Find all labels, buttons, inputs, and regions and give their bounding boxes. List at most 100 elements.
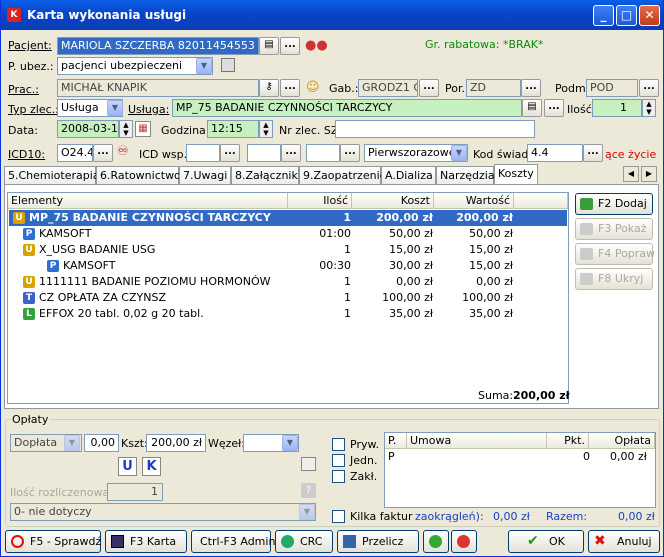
tab-supplies[interactable]: 9.Zaopatrzenie bbox=[299, 166, 386, 185]
worker-field[interactable]: MICHAŁ KNAPIK bbox=[57, 79, 259, 97]
icd10-field[interactable]: O24.4 bbox=[57, 144, 93, 162]
edit-button[interactable]: F4 Popraw bbox=[575, 243, 655, 265]
room-browse-button[interactable]: ... bbox=[521, 79, 541, 97]
applies-dropdown-icon[interactable]: ▼ bbox=[299, 504, 315, 520]
patient-browse-button[interactable]: ... bbox=[280, 37, 300, 55]
check-button[interactable]: F5 - Sprawdź bbox=[5, 530, 101, 553]
time-stepper[interactable]: ▲ ▼ bbox=[259, 120, 273, 138]
calendar-icon[interactable]: ▦ bbox=[135, 121, 151, 137]
facility-checkbox[interactable] bbox=[332, 470, 345, 483]
help-icon[interactable]: ? bbox=[301, 483, 316, 498]
office-browse-button[interactable]: ... bbox=[419, 79, 439, 97]
icd-secondary-browse-2[interactable]: ... bbox=[281, 144, 301, 162]
col-quantity[interactable]: Ilość bbox=[288, 193, 352, 209]
col-value[interactable]: Wartość bbox=[434, 193, 514, 209]
date-stepper[interactable]: ▲ ▼ bbox=[119, 120, 133, 138]
payment-amount-field[interactable]: 0,00 bbox=[84, 434, 119, 452]
minimize-button[interactable]: _ bbox=[593, 5, 614, 26]
order-type-dropdown-icon[interactable]: ▼ bbox=[107, 100, 123, 116]
people-icon[interactable]: ●● bbox=[305, 38, 328, 54]
calculator-icon[interactable] bbox=[301, 457, 316, 471]
admin-button[interactable]: Ctrl-F3 Admin bbox=[191, 530, 275, 553]
tab-attachments[interactable]: 8.Załączniki bbox=[231, 166, 301, 185]
patient-card-icon[interactable]: ▤ bbox=[259, 37, 279, 55]
quantity-field[interactable]: 1 bbox=[592, 99, 642, 117]
applies-select[interactable]: 0- nie dotyczy bbox=[10, 503, 316, 521]
card-button[interactable]: F3 Karta bbox=[105, 530, 187, 553]
tab-scroll-right-icon[interactable]: ▶ bbox=[641, 166, 657, 182]
date-field[interactable]: 2008-03-14 bbox=[57, 120, 119, 138]
tab-scroll-left-icon[interactable]: ◀ bbox=[623, 166, 639, 182]
show-button[interactable]: F3 Pokaż bbox=[575, 218, 653, 240]
subunit-field[interactable]: POD bbox=[586, 79, 638, 97]
tab-tools[interactable]: Narzędzia bbox=[436, 166, 495, 185]
table-row[interactable]: T CZ OPŁATA ZA CZYNSZ 1 100,00 zł 100,00 zł bbox=[9, 290, 567, 306]
cancel-button[interactable]: ✖ Anuluj bbox=[588, 530, 660, 553]
insurance-select[interactable]: pacjenci ubezpieczeni bbox=[57, 57, 213, 75]
cost-field[interactable]: 200,00 zł bbox=[146, 434, 206, 452]
icd10-browse-button[interactable]: ... bbox=[93, 144, 113, 162]
table-row[interactable]: P KAMSOFT 01:00 50,00 zł 50,00 zł bbox=[9, 226, 567, 242]
private-checkbox[interactable] bbox=[332, 438, 345, 451]
node-dropdown-icon[interactable]: ▼ bbox=[282, 435, 298, 451]
maximize-button[interactable]: □ bbox=[616, 5, 637, 26]
tab-costs[interactable]: Koszty bbox=[494, 164, 538, 185]
table-row[interactable]: L EFFOX 20 tabl. 0,02 g 20 tabl. 1 35,00 zł… bbox=[9, 306, 567, 322]
subunit-browse-button[interactable]: ... bbox=[639, 79, 659, 97]
order-number-field[interactable] bbox=[335, 120, 535, 138]
u-button[interactable]: U bbox=[118, 457, 137, 476]
time-field[interactable]: 12:15 bbox=[207, 120, 259, 138]
icd-secondary-field-2[interactable] bbox=[247, 144, 281, 162]
ok-button[interactable]: ✔ OK bbox=[508, 530, 584, 553]
payment-kind-dropdown-icon[interactable]: ▼ bbox=[64, 435, 80, 451]
recalculate-button[interactable]: Przelicz bbox=[337, 530, 419, 553]
table-row[interactable]: U X_USG BADANIE USG 1 15,00 zł 15,00 zł bbox=[9, 242, 567, 258]
col-p[interactable]: P. bbox=[385, 433, 407, 449]
patient-field[interactable]: MARIOLA SZCZERBA 82011454553 bbox=[57, 37, 259, 55]
service-code-field[interactable]: 4.4 bbox=[527, 144, 583, 162]
table-row[interactable]: U MP_75 BADANIE CZYNNOŚCI TARCZYCY 1 200,00… bbox=[9, 210, 567, 226]
unit-checkbox[interactable] bbox=[332, 454, 345, 467]
icd-secondary-field-1[interactable] bbox=[186, 144, 220, 162]
visit-order-dropdown-icon[interactable]: ▼ bbox=[451, 145, 467, 161]
col-elements[interactable]: Elementy bbox=[8, 193, 288, 209]
service-card-icon[interactable]: ▤ bbox=[522, 99, 542, 117]
stethoscope-icon[interactable]: ♾ bbox=[117, 144, 129, 159]
col-contract[interactable]: Umowa bbox=[407, 433, 547, 449]
copy-icon[interactable] bbox=[221, 58, 235, 72]
contract-row-p[interactable]: P bbox=[388, 450, 395, 463]
k-button[interactable]: K bbox=[142, 457, 161, 476]
service-field[interactable]: MP_75 BADANIE CZYNNOŚCI TARCZYCY bbox=[172, 99, 522, 117]
worker-key-icon[interactable]: ⚷ bbox=[259, 79, 279, 97]
col-fee[interactable]: Opłata bbox=[589, 433, 655, 449]
col-points[interactable]: Pkt. bbox=[547, 433, 589, 449]
table-row[interactable]: P KAMSOFT 00:30 30,00 zł 15,00 zł bbox=[9, 258, 567, 274]
icd-secondary-field-3[interactable] bbox=[306, 144, 340, 162]
office-field[interactable]: GRODZ1 G bbox=[358, 79, 418, 97]
tab-notes[interactable]: 7.Uwagi bbox=[179, 166, 231, 185]
multiple-invoices-checkbox[interactable] bbox=[332, 510, 345, 523]
title-bar[interactable]: K Karta wykonania usługi _ □ ✕ bbox=[1, 0, 663, 30]
service-browse-button[interactable]: ... bbox=[544, 99, 564, 117]
table-row[interactable]: U 1111111 BADANIE POZIOMU HORMONÓW 1 0,00 z… bbox=[9, 274, 567, 290]
add-button[interactable]: F2 Dodaj bbox=[575, 193, 653, 215]
people-check-button[interactable] bbox=[451, 530, 477, 553]
tab-chemotherapy[interactable]: 5.Chemioterapia bbox=[4, 166, 100, 185]
tab-dialysis[interactable]: A.Dializa bbox=[381, 166, 436, 185]
close-button[interactable]: ✕ bbox=[639, 5, 660, 26]
contract-row-fee[interactable]: 0,00 zł bbox=[610, 450, 647, 463]
icd-secondary-browse-3[interactable]: ... bbox=[340, 144, 360, 162]
face-icon[interactable]: ☺ bbox=[306, 80, 320, 95]
crc-button[interactable]: CRC bbox=[275, 530, 333, 553]
worker-browse-button[interactable]: ... bbox=[280, 79, 300, 97]
col-cost[interactable]: Koszt bbox=[352, 193, 434, 209]
service-code-browse-button[interactable]: ... bbox=[583, 144, 603, 162]
icd-secondary-browse-1[interactable]: ... bbox=[220, 144, 240, 162]
hide-button[interactable]: F8 Ukryj bbox=[575, 268, 653, 290]
insurance-dropdown-icon[interactable]: ▼ bbox=[196, 58, 212, 74]
room-field[interactable]: ZD bbox=[466, 79, 521, 97]
tab-rescue[interactable]: 6.Ratownictwo bbox=[96, 166, 181, 185]
people-add-button[interactable] bbox=[423, 530, 449, 553]
settled-qty-field[interactable]: 1 bbox=[107, 483, 163, 501]
contract-row-points[interactable]: 0 bbox=[583, 450, 590, 463]
